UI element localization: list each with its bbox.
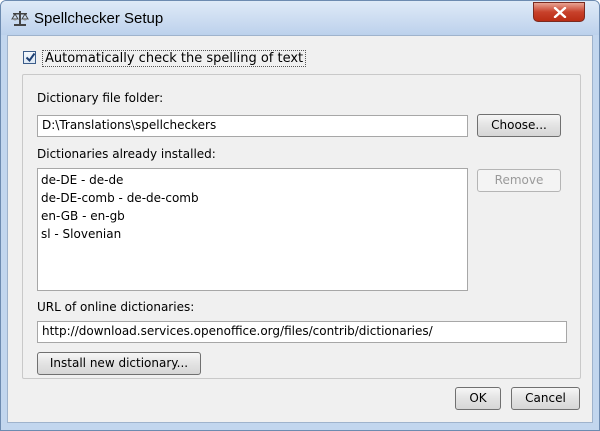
remove-button[interactable]: Remove bbox=[477, 169, 561, 192]
window-title: Spellchecker Setup bbox=[34, 10, 164, 27]
close-button[interactable] bbox=[533, 2, 585, 22]
check-icon bbox=[25, 52, 36, 63]
auto-check-label[interactable]: Automatically check the spelling of text bbox=[42, 50, 307, 67]
spellchecker-setup-window: Spellchecker Setup Automatically check t… bbox=[0, 0, 600, 431]
dictionary-folder-field[interactable]: D:\Translations\spellcheckers bbox=[37, 115, 468, 137]
close-icon bbox=[553, 7, 567, 18]
dictionary-settings-group: Dictionary file folder: D:\Translations\… bbox=[22, 74, 581, 379]
scale-icon bbox=[11, 9, 29, 27]
auto-check-checkbox[interactable] bbox=[23, 51, 36, 64]
list-item[interactable]: de-DE-comb - de-de-comb bbox=[41, 189, 467, 207]
installed-dictionaries-label: Dictionaries already installed: bbox=[37, 147, 216, 161]
choose-button[interactable]: Choose... bbox=[477, 114, 561, 137]
online-dictionaries-label: URL of online dictionaries: bbox=[37, 300, 195, 314]
list-item[interactable]: sl - Slovenian bbox=[41, 225, 467, 243]
installed-dictionaries-list[interactable]: de-DE - de-de de-DE-comb - de-de-comb en… bbox=[37, 168, 468, 291]
online-dictionaries-url-field[interactable]: http://download.services.openoffice.org/… bbox=[37, 321, 567, 343]
title-bar[interactable]: Spellchecker Setup bbox=[1, 1, 599, 35]
install-dictionary-button[interactable]: Install new dictionary... bbox=[37, 352, 201, 375]
dictionary-folder-label: Dictionary file folder: bbox=[37, 91, 164, 105]
list-item[interactable]: de-DE - de-de bbox=[41, 171, 467, 189]
dialog-client-area: Automatically check the spelling of text… bbox=[7, 35, 593, 423]
list-item[interactable]: en-GB - en-gb bbox=[41, 207, 467, 225]
cancel-button[interactable]: Cancel bbox=[511, 387, 580, 410]
ok-button[interactable]: OK bbox=[455, 387, 501, 410]
